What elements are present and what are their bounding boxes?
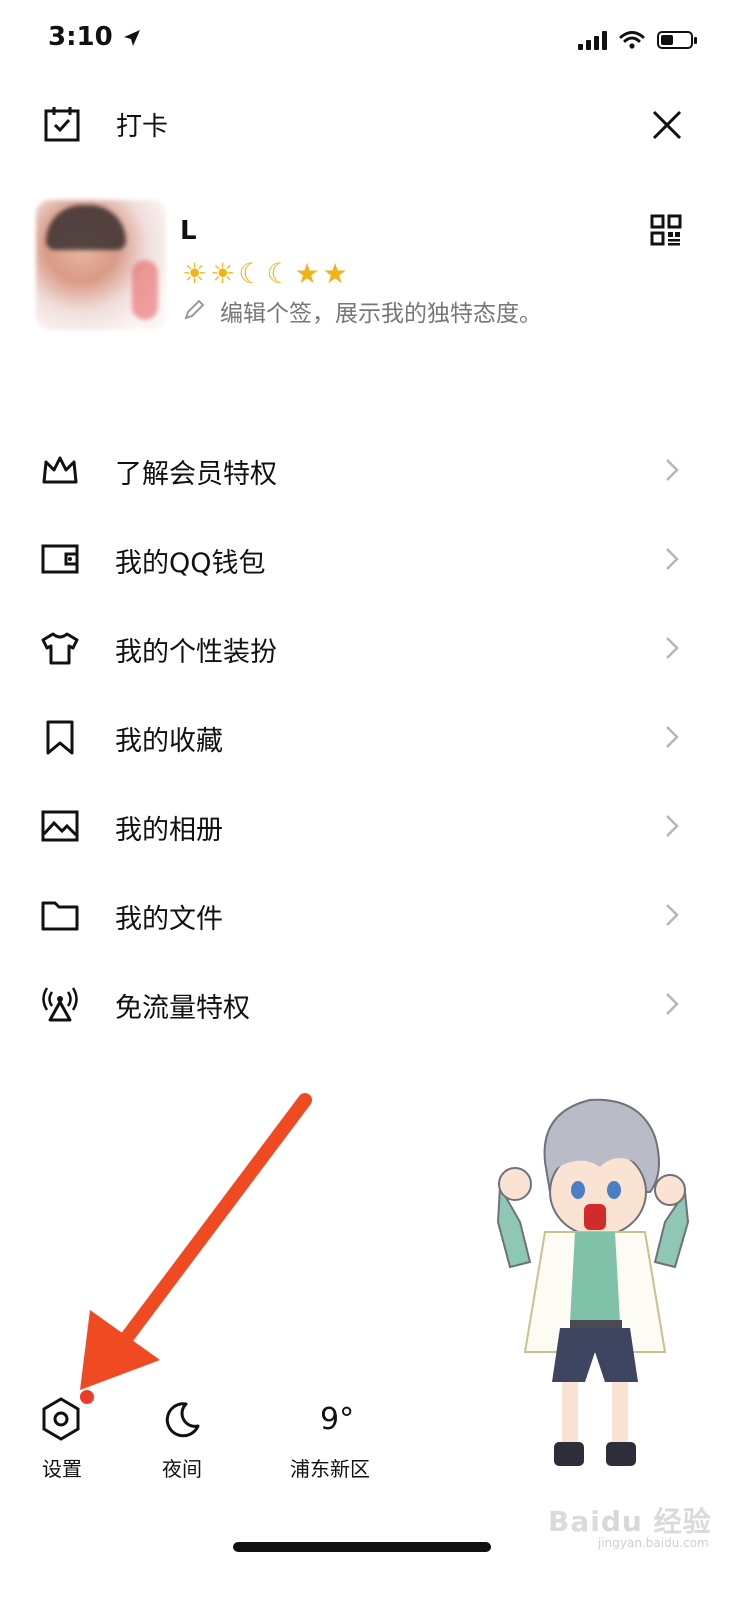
album-icon xyxy=(41,810,79,842)
menu-item[interactable]: 我的QQ钱包 xyxy=(0,515,739,603)
battery-icon xyxy=(657,31,697,49)
status-indicators xyxy=(578,30,697,50)
menu-item-label: 我的收藏 xyxy=(115,726,223,757)
menu-item-label: 我的文件 xyxy=(115,904,223,935)
moon-level-icon: ☾ xyxy=(266,257,292,290)
qr-code-icon[interactable] xyxy=(650,214,682,246)
star-level-icon: ★ xyxy=(322,257,348,290)
nickname[interactable]: L xyxy=(180,216,197,246)
calendar-check-icon[interactable] xyxy=(42,104,82,144)
watermark-url: jingyan.baidu.com xyxy=(598,1536,709,1550)
chevron-right-icon xyxy=(666,726,679,748)
settings-hexagon-icon[interactable] xyxy=(40,1396,82,1442)
menu-item-label: 我的QQ钱包 xyxy=(115,548,266,579)
bookmark-icon xyxy=(46,720,74,755)
menu-item-label: 我的个性装扮 xyxy=(115,637,277,668)
settings-label[interactable]: 设置 xyxy=(42,1453,82,1482)
menu-item[interactable]: 我的收藏 xyxy=(0,693,739,781)
avatar[interactable] xyxy=(36,200,166,330)
folder-icon xyxy=(41,901,79,931)
chevron-right-icon xyxy=(666,459,679,481)
cartoon-character xyxy=(496,1098,690,1466)
red-arrow-annotation xyxy=(80,1093,312,1390)
moon-icon[interactable] xyxy=(162,1400,202,1440)
sun-level-icon: ☀ xyxy=(210,257,236,290)
level-badges[interactable]: ☀ ☀ ☾ ☾ ★ ★ xyxy=(182,258,348,290)
menu-item[interactable]: 了解会员特权 xyxy=(0,426,739,514)
chevron-right-icon xyxy=(666,548,679,570)
chevron-right-icon xyxy=(666,815,679,837)
checkin-label[interactable]: 打卡 xyxy=(116,106,168,143)
close-icon[interactable] xyxy=(648,106,686,144)
weather-district[interactable]: 浦东新区 xyxy=(290,1453,370,1482)
menu-item-label: 我的相册 xyxy=(115,815,223,846)
location-arrow-icon xyxy=(123,29,140,46)
wifi-icon xyxy=(619,31,645,49)
night-mode-label[interactable]: 夜间 xyxy=(162,1453,202,1482)
home-indicator[interactable] xyxy=(233,1542,491,1552)
menu-item-label: 了解会员特权 xyxy=(115,459,277,490)
watermark-logo: Baidu 经验 xyxy=(548,1505,712,1538)
status-time: 3:10 xyxy=(48,22,142,52)
menu-item[interactable]: 免流量特权 xyxy=(0,960,739,1048)
moon-level-icon: ☾ xyxy=(238,257,264,290)
menu-item[interactable]: 我的文件 xyxy=(0,871,739,959)
weather-temperature[interactable]: 9° xyxy=(320,1402,354,1437)
star-level-icon: ★ xyxy=(294,257,320,290)
menu-item-label: 免流量特权 xyxy=(115,993,250,1024)
signature-field[interactable]: 编辑个签，展示我的独特态度。 xyxy=(220,294,542,328)
wallet-icon xyxy=(41,544,79,574)
signal-icon xyxy=(578,30,607,50)
antenna-icon xyxy=(42,987,78,1022)
pencil-icon xyxy=(184,299,205,320)
menu-item[interactable]: 我的个性装扮 xyxy=(0,604,739,692)
crown-icon xyxy=(42,456,78,484)
chevron-right-icon xyxy=(666,993,679,1015)
menu-item[interactable]: 我的相册 xyxy=(0,782,739,870)
tshirt-icon xyxy=(41,632,79,665)
chevron-right-icon xyxy=(666,904,679,926)
chevron-right-icon xyxy=(666,637,679,659)
sun-level-icon: ☀ xyxy=(182,257,208,290)
